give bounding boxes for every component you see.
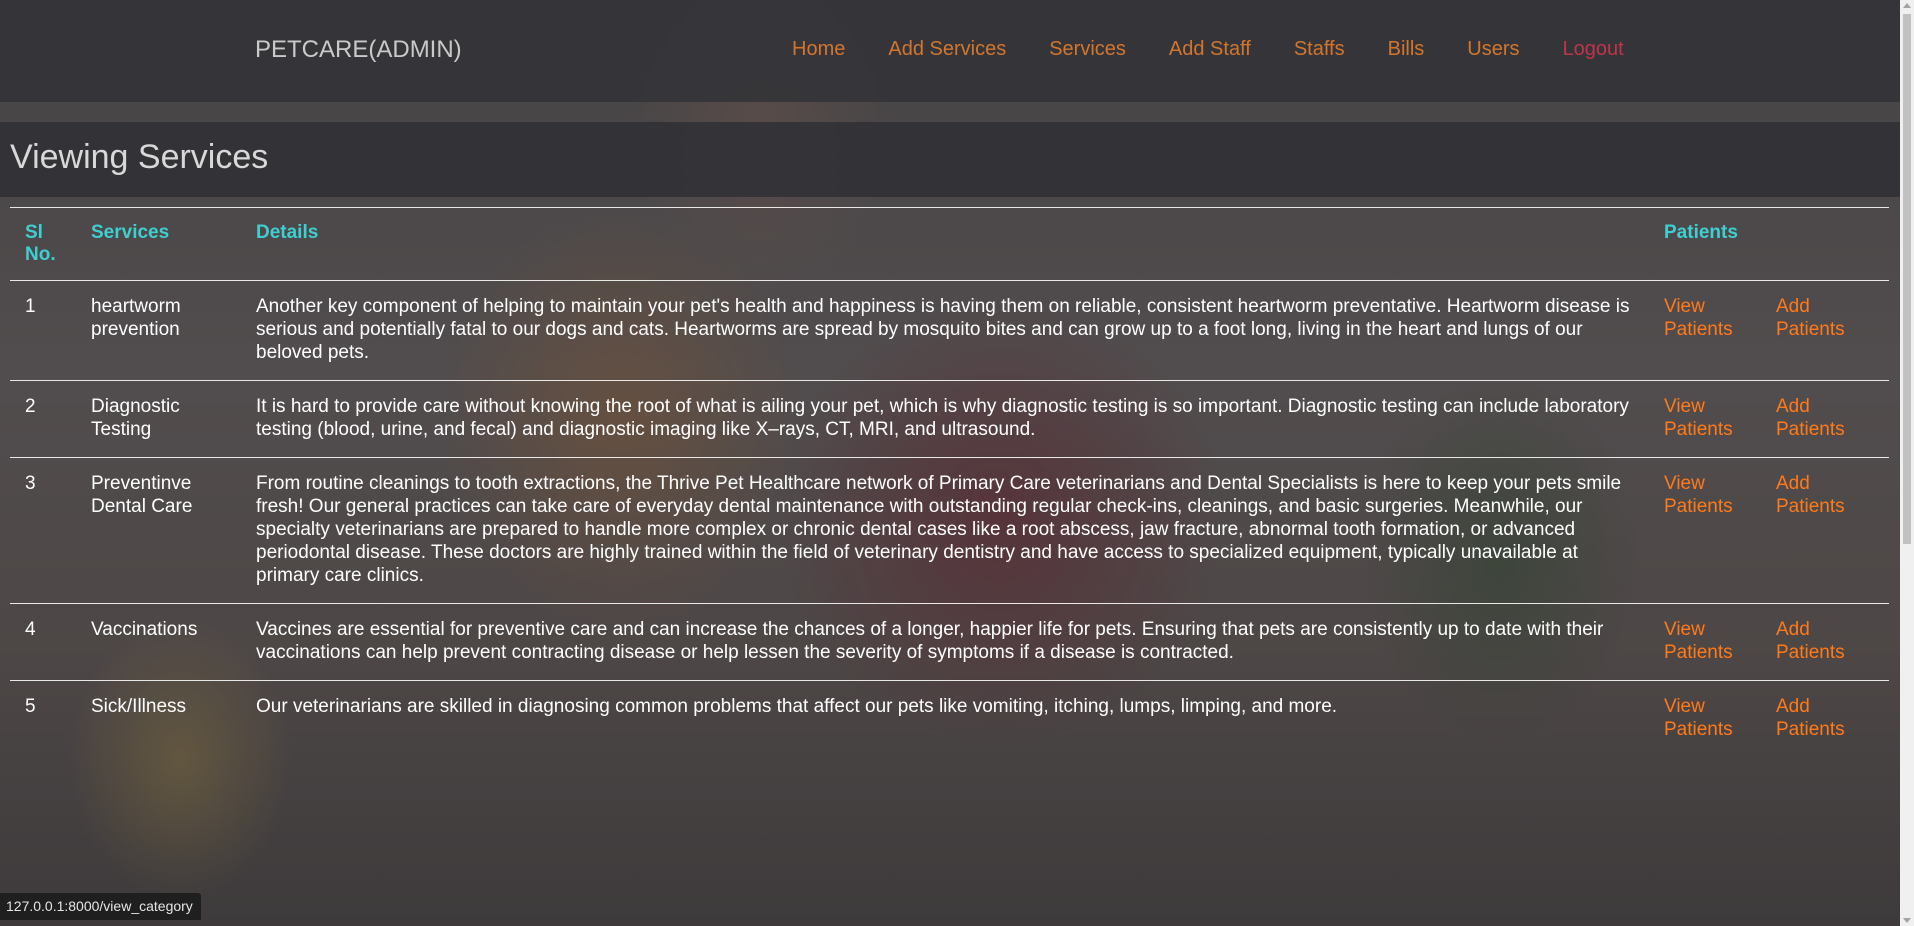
add-patients-link[interactable]: Add Patients (1776, 473, 1845, 517)
cell-service: Diagnostic Testing (91, 396, 180, 440)
header-details: Details (256, 222, 319, 243)
nav-services[interactable]: Services (1049, 38, 1126, 61)
title-bar: Viewing Services (0, 122, 1900, 197)
table-row: 1 heartworm prevention Another key compo… (10, 280, 1889, 381)
cell-si: 2 (25, 396, 36, 417)
vertical-scrollbar[interactable] (1900, 0, 1914, 926)
page-title: Viewing Services (10, 138, 269, 176)
nav-bills[interactable]: Bills (1388, 38, 1425, 61)
header-patients: Patients (1664, 222, 1738, 243)
add-patients-link[interactable]: Add Patients (1776, 619, 1845, 663)
services-table: Sl No. Services Details Patients 1 heart… (10, 207, 1889, 757)
cell-si: 5 (25, 696, 36, 717)
cell-service: Preventinve Dental Care (91, 473, 193, 517)
view-patients-link[interactable]: View Patients (1664, 396, 1733, 440)
table-row: 2 Diagnostic Testing It is hard to provi… (10, 380, 1889, 458)
cell-si: 4 (25, 619, 36, 640)
cell-service: heartworm prevention (91, 296, 181, 340)
view-patients-link[interactable]: View Patients (1664, 296, 1733, 340)
view-patients-link[interactable]: View Patients (1664, 473, 1733, 517)
cell-details: From routine cleanings to tooth extracti… (256, 473, 1622, 586)
brand-logo[interactable]: PETCARE(ADMIN) (255, 36, 462, 64)
cell-service: Vaccinations (91, 619, 198, 640)
cell-details: Vaccines are essential for preventive ca… (256, 619, 1604, 663)
nav-logout[interactable]: Logout (1563, 38, 1624, 61)
view-patients-link[interactable]: View Patients (1664, 696, 1733, 740)
scroll-thumb[interactable] (1903, 14, 1911, 544)
add-patients-link[interactable]: Add Patients (1776, 396, 1845, 440)
nav-add-services[interactable]: Add Services (888, 38, 1006, 61)
table-header-row: Sl No. Services Details Patients (10, 207, 1889, 281)
nav-users[interactable]: Users (1467, 38, 1519, 61)
nav-staffs[interactable]: Staffs (1294, 38, 1345, 61)
navbar: PETCARE(ADMIN) Home Add Services Service… (0, 0, 1900, 102)
add-patients-link[interactable]: Add Patients (1776, 296, 1845, 340)
cell-details: Another key component of helping to main… (256, 296, 1630, 363)
header-patients-empty (1761, 208, 1889, 281)
view-patients-link[interactable]: View Patients (1664, 619, 1733, 663)
table-row: 3 Preventinve Dental Care From routine c… (10, 457, 1889, 604)
cell-si: 3 (25, 473, 36, 494)
nav-home[interactable]: Home (792, 38, 845, 61)
add-patients-link[interactable]: Add Patients (1776, 696, 1845, 740)
cell-service: Sick/Illness (91, 696, 187, 717)
table-row: 5 Sick/Illness Our veterinarians are ski… (10, 680, 1889, 758)
scroll-down-arrow-icon[interactable] (1903, 918, 1911, 923)
header-services: Services (91, 222, 170, 243)
services-table-container: Sl No. Services Details Patients 1 heart… (10, 207, 1889, 757)
cell-details: It is hard to provide care without knowi… (256, 396, 1629, 440)
scroll-up-arrow-icon[interactable] (1903, 3, 1911, 8)
status-bar-url: 127.0.0.1:8000/view_category (0, 893, 201, 920)
nav-add-staff[interactable]: Add Staff (1169, 38, 1251, 61)
header-si-no: Sl No. (25, 222, 56, 265)
cell-si: 1 (25, 296, 36, 317)
cell-details: Our veterinarians are skilled in diagnos… (256, 696, 1338, 717)
table-row: 4 Vaccinations Vaccines are essential fo… (10, 603, 1889, 681)
nav-links: Home Add Services Services Add Staff Sta… (792, 38, 1624, 61)
